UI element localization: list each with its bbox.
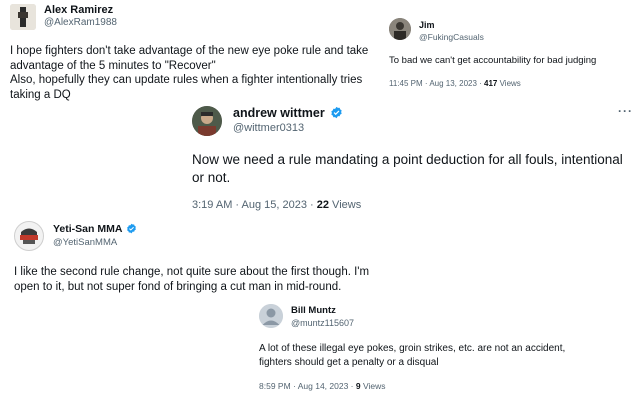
author-handle[interactable]: @FukingCasuals — [419, 32, 484, 42]
timestamp[interactable]: 8:59 PM · Aug 14, 2023 · — [259, 381, 356, 391]
timestamp[interactable]: 11:45 PM · Aug 13, 2023 · — [389, 79, 484, 88]
view-count: 22 — [316, 199, 329, 211]
tweet-text-line: A lot of these illegal eye pokes, groin … — [259, 343, 566, 354]
tweet-text: I like the second rule change, not quite… — [14, 265, 369, 295]
timestamp[interactable]: 3:19 AM · Aug 15, 2023 · — [192, 199, 317, 211]
tweet-text-line: I like the second rule change, not quite… — [14, 266, 370, 278]
tweet-meta: 8:59 PM · Aug 14, 2023 · 9 Views — [259, 381, 386, 391]
avatar[interactable] — [10, 4, 36, 30]
tweet-andrew-wittmer: andrew wittmer @wittmer0313 ··· Now we n… — [182, 98, 640, 218]
tweet-meta: 11:45 PM · Aug 13, 2023 · 417 Views — [389, 79, 521, 88]
avatar[interactable] — [192, 106, 222, 136]
author-name[interactable]: Alex Ramirez — [44, 4, 113, 16]
tweet-bill-muntz: Bill Muntz @muntz115607 A lot of these i… — [248, 298, 640, 400]
tweet-text-line: I hope fighters don't take advantage of … — [10, 45, 369, 57]
author-handle[interactable]: @YetiSanMMA — [53, 237, 117, 248]
tweet-text: A lot of these illegal eye pokes, groin … — [259, 342, 565, 370]
tweet-yeti-san-mma: Yeti-San MMA @YetiSanMMA I like the seco… — [0, 214, 430, 300]
views-label: Views — [360, 381, 386, 391]
author-handle[interactable]: @wittmer0313 — [233, 122, 304, 134]
tweet-text-line: advantage of the 5 minutes to "Recover" — [10, 59, 216, 72]
verified-badge-icon — [127, 223, 136, 234]
verified-badge-icon — [331, 106, 342, 118]
tweet-text-line: fighters should get a penalty or a disqu… — [259, 357, 439, 368]
tweet-text: I hope fighters don't take advantage of … — [10, 44, 368, 102]
views-label: Views — [329, 199, 362, 211]
tweet-text-line: Also, hopefully they can update rules wh… — [10, 74, 363, 86]
views-label: Views — [497, 79, 521, 88]
author-handle[interactable]: @muntz115607 — [291, 318, 354, 328]
tweet-text: Now we need a rule mandating a point ded… — [192, 151, 623, 187]
tweet-text-line: open to it, but not super fond of bringi… — [14, 281, 342, 293]
view-count: 417 — [484, 79, 498, 88]
tweet-alex-ramirez: Alex Ramirez @AlexRam1988 I hope fighter… — [0, 0, 390, 110]
tweet-text-line: Now we need a rule mandating a point ded… — [192, 152, 623, 167]
author-name[interactable]: Bill Muntz — [291, 305, 336, 316]
tweet-jim: Jim @FukingCasuals To bad we can't get a… — [383, 12, 640, 98]
tweet-text: To bad we can't get accountability for b… — [389, 55, 597, 66]
avatar[interactable] — [259, 304, 283, 328]
author-name[interactable]: andrew wittmer — [233, 106, 343, 120]
author-handle[interactable]: @AlexRam1988 — [44, 17, 117, 28]
author-name[interactable]: Yeti-San MMA — [53, 223, 137, 235]
avatar[interactable] — [14, 221, 44, 251]
tweet-meta: 3:19 AM · Aug 15, 2023 · 22 Views — [192, 199, 361, 211]
avatar[interactable] — [389, 18, 411, 40]
more-options-icon[interactable]: ··· — [618, 104, 633, 118]
tweet-text-line: or not. — [192, 170, 231, 185]
author-name[interactable]: Jim — [419, 20, 435, 30]
